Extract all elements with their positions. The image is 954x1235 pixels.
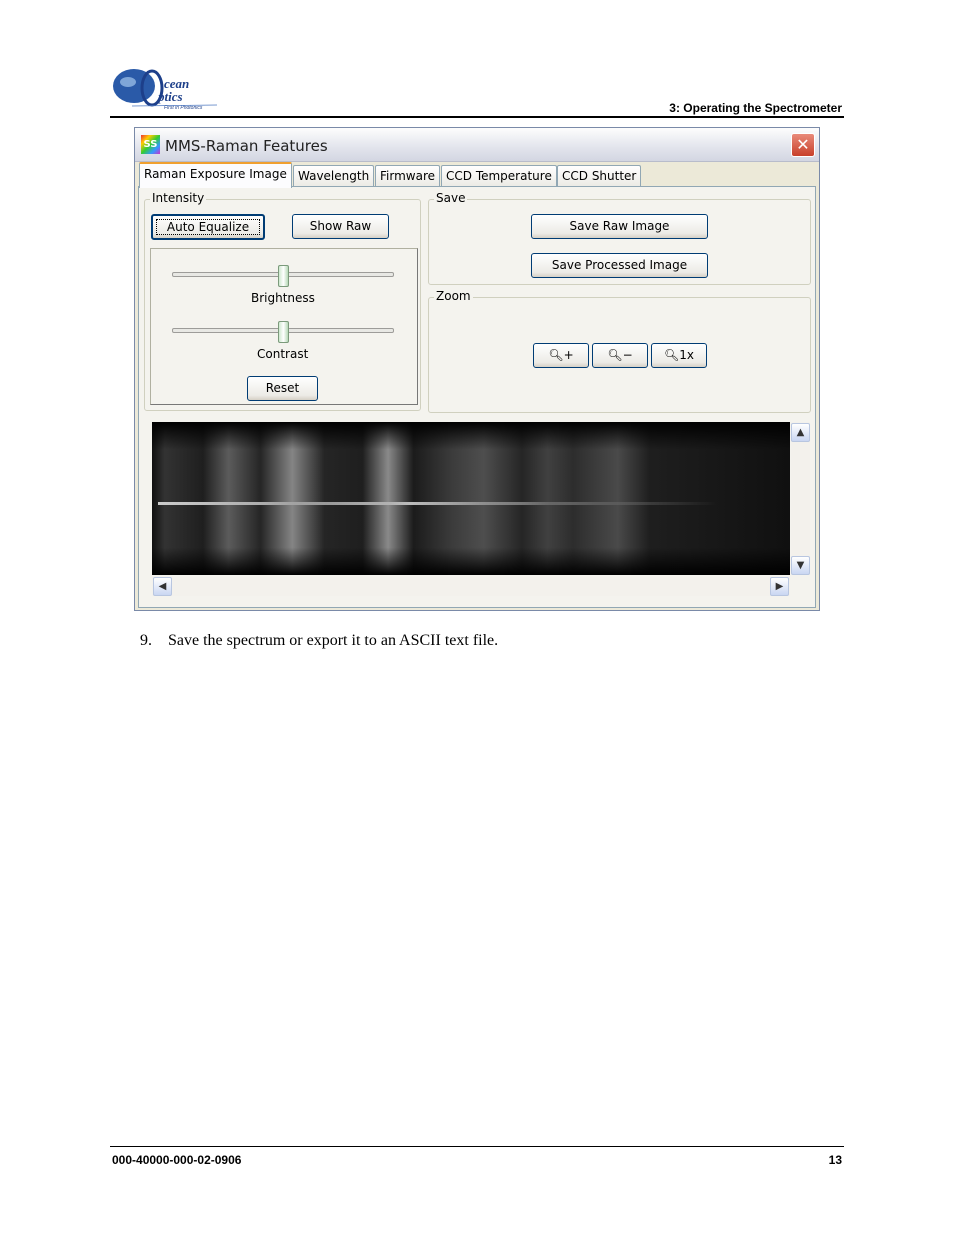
intensity-label: Intensity xyxy=(150,191,207,205)
tab-panel: Intensity Auto Equalize Show Raw Brightn… xyxy=(138,186,816,608)
svg-text:ptics: ptics xyxy=(157,89,183,104)
zoom-out-icon: 🔍︎− xyxy=(607,348,633,362)
reset-button[interactable]: Reset xyxy=(247,376,318,401)
show-raw-button[interactable]: Show Raw xyxy=(292,214,389,239)
tab-ccd-shutter[interactable]: CCD Shutter xyxy=(557,165,642,186)
contrast-label: Contrast xyxy=(257,347,309,361)
raman-exposure-image xyxy=(152,422,790,575)
tab-wavelength[interactable]: Wavelength xyxy=(293,165,375,186)
section-header: 3: Operating the Spectrometer xyxy=(669,101,842,115)
zoom-in-icon: 🔍︎+ xyxy=(548,348,574,362)
footer-rule xyxy=(110,1146,844,1147)
auto-equalize-button[interactable]: Auto Equalize xyxy=(151,214,265,240)
zoom-1x-button[interactable]: 🔍︎1x xyxy=(651,343,707,368)
close-icon: ✕ xyxy=(796,135,810,154)
tab-raman-exposure-image[interactable]: Raman Exposure Image xyxy=(139,162,292,188)
scroll-left-icon[interactable]: ◀ xyxy=(153,577,172,596)
horizontal-scrollbar[interactable]: ◀ ▶ xyxy=(152,577,790,596)
zoom-in-button[interactable]: 🔍︎+ xyxy=(533,343,589,368)
save-label: Save xyxy=(434,191,468,205)
zoom-label: Zoom xyxy=(434,289,473,303)
brightness-label: Brightness xyxy=(251,291,315,305)
scroll-up-icon[interactable]: ▲ xyxy=(791,423,810,442)
mms-raman-window: SS MMS-Raman Features ✕ Raman Exposure I… xyxy=(134,127,820,611)
ocean-optics-logo: cean ptics First in Photonics xyxy=(112,66,222,112)
title-bar[interactable]: SS MMS-Raman Features ✕ xyxy=(135,128,819,162)
contrast-slider[interactable] xyxy=(278,321,289,343)
page-number: 13 xyxy=(828,1153,842,1167)
vertical-scrollbar[interactable]: ▲ ▼ xyxy=(791,422,810,575)
save-raw-image-button[interactable]: Save Raw Image xyxy=(531,214,708,239)
zoom-out-button[interactable]: 🔍︎− xyxy=(592,343,648,368)
window-title: MMS-Raman Features xyxy=(165,137,328,155)
close-button[interactable]: ✕ xyxy=(791,133,815,157)
header-rule xyxy=(110,116,844,118)
document-page: cean ptics First in Photonics 3: Operati… xyxy=(0,0,954,1235)
scroll-right-icon[interactable]: ▶ xyxy=(770,577,789,596)
zoom-1x-icon: 🔍︎1x xyxy=(664,348,694,362)
doc-number: 000-40000-000-02-0906 xyxy=(112,1153,242,1167)
brightness-slider[interactable] xyxy=(278,265,289,287)
step-text: Save the spectrum or export it to an ASC… xyxy=(168,632,499,649)
save-processed-image-button[interactable]: Save Processed Image xyxy=(531,253,708,278)
tab-firmware[interactable]: Firmware xyxy=(375,165,440,186)
tab-ccd-temperature[interactable]: CCD Temperature xyxy=(441,165,557,186)
app-icon: SS xyxy=(141,135,160,154)
step-number: 9. xyxy=(140,632,152,649)
scroll-down-icon[interactable]: ▼ xyxy=(791,556,810,575)
